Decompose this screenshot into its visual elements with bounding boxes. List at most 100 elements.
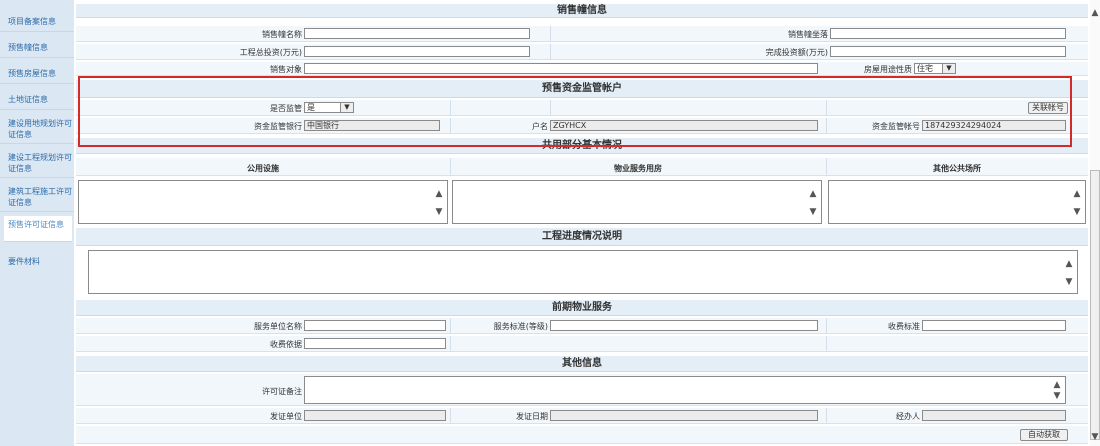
scroll-down-icon[interactable]: ▼ <box>1090 432 1100 442</box>
sidebar-item-label: 项目备案信息 <box>8 17 56 26</box>
remark-label: 许可证备注 <box>262 387 302 396</box>
scroll-up-icon[interactable]: ▲ <box>1064 259 1074 269</box>
service-unit-input[interactable] <box>304 320 446 331</box>
sales-section-title: 销售幢信息 <box>76 4 1088 18</box>
divider <box>826 336 827 352</box>
property-section-title: 前期物业服务 <box>76 300 1088 316</box>
sidebar-item-label: 建设用地规划许可证信息 <box>8 119 72 139</box>
usage-select[interactable]: 住宅 ▼ <box>914 63 956 74</box>
sidebar-item-label: 土地证信息 <box>8 95 48 104</box>
service-unit-label: 服务单位名称 <box>254 322 302 331</box>
sidebar-item-land-planning[interactable]: 建设用地规划许可证信息 <box>0 114 74 144</box>
scroll-up-icon[interactable]: ▲ <box>434 189 444 199</box>
scrollbar-thumb[interactable] <box>1090 170 1100 440</box>
public-facilities-textarea[interactable]: ▲ ▼ <box>78 180 448 224</box>
issuer-input[interactable] <box>304 410 446 421</box>
total-invest-input[interactable] <box>304 46 530 57</box>
fee-standard-label: 收费标准 <box>888 322 920 331</box>
sales-location-input[interactable] <box>830 28 1066 39</box>
sidebar-item-label: 预售幢信息 <box>8 43 48 52</box>
done-invest-input[interactable] <box>830 46 1066 57</box>
remark-textarea[interactable]: ▲ ▼ <box>304 376 1066 404</box>
sales-name-input[interactable] <box>304 28 530 39</box>
usage-value: 住宅 <box>917 64 933 73</box>
sidebar-item-construction-planning[interactable]: 建设工程规划许可证信息 <box>0 148 74 178</box>
sidebar-item-label: 建筑工程施工许可证信息 <box>8 187 72 207</box>
sidebar-item-construction-permit[interactable]: 建筑工程施工许可证信息 <box>0 182 74 212</box>
public-header-row: 公用设施 物业服务用房 其他公共场所 <box>76 158 1088 176</box>
sidebar-item-project-record[interactable]: 项目备案信息 <box>0 10 74 32</box>
handler-input[interactable] <box>922 410 1066 421</box>
property-room-textarea[interactable]: ▲ ▼ <box>452 180 822 224</box>
scrollbar[interactable]: ▲ ▼ <box>1064 251 1076 293</box>
handler-label: 经办人 <box>896 412 920 421</box>
progress-section-title: 工程进度情况说明 <box>76 228 1088 246</box>
issue-date-input[interactable] <box>550 410 818 421</box>
progress-textarea[interactable]: ▲ ▼ <box>88 250 1078 294</box>
sales-target-input[interactable] <box>304 63 818 74</box>
public-facilities-header: 公用设施 <box>247 164 279 173</box>
chevron-down-icon: ▼ <box>942 64 955 73</box>
scroll-down-icon[interactable]: ▼ <box>434 207 444 217</box>
property-row-2: 收费依据 <box>76 336 1088 352</box>
sales-row-2: 工程总投资(万元) 完成投资额(万元) <box>76 44 1088 60</box>
auto-row: 自动获取 <box>76 426 1088 444</box>
property-room-header: 物业服务用房 <box>614 164 662 173</box>
sidebar-item-documents[interactable]: 要件材料 <box>0 250 74 272</box>
issue-row: 发证单位 发证日期 经办人 <box>76 408 1088 424</box>
property-row-1: 服务单位名称 服务标准(等级) 收费标准 <box>76 318 1088 334</box>
sales-row-3: 销售对象 房屋用途性质 住宅 ▼ <box>76 62 1088 76</box>
sidebar-item-presale-house[interactable]: 预售房屋信息 <box>0 62 74 84</box>
scrollbar[interactable]: ▲ ▼ <box>1072 181 1084 223</box>
sidebar-item-presale-building[interactable]: 预售幢信息 <box>0 36 74 58</box>
issuer-label: 发证单位 <box>270 412 302 421</box>
main-form: 销售幢信息 销售幢名称 销售幢坐落 工程总投资(万元) 完成投资额(万元) 销售… <box>76 0 1088 446</box>
sales-location-label: 销售幢坐落 <box>788 30 828 39</box>
fee-standard-input[interactable] <box>922 320 1066 331</box>
sales-row-1: 销售幢名称 销售幢坐落 <box>76 26 1088 42</box>
remark-row: 许可证备注 ▲ ▼ <box>76 374 1088 406</box>
divider <box>450 318 451 334</box>
highlight-box <box>78 76 1072 147</box>
other-public-textarea[interactable]: ▲ ▼ <box>828 180 1086 224</box>
scroll-down-icon[interactable]: ▼ <box>1072 207 1082 217</box>
total-invest-label: 工程总投资(万元) <box>239 48 302 57</box>
other-public-header: 其他公共场所 <box>933 164 981 173</box>
divider <box>450 408 451 424</box>
scrollbar[interactable]: ▲ ▼ <box>1052 377 1064 403</box>
sales-name-label: 销售幢名称 <box>262 30 302 39</box>
scroll-down-icon[interactable]: ▼ <box>1064 277 1074 287</box>
sidebar: 项目备案信息 预售幢信息 预售房屋信息 土地证信息 建设用地规划许可证信息 建设… <box>0 0 74 446</box>
sidebar-item-label: 预售房屋信息 <box>8 69 56 78</box>
scroll-down-icon[interactable]: ▼ <box>1052 391 1062 401</box>
usage-label: 房屋用途性质 <box>864 65 912 74</box>
scrollbar[interactable]: ▲ ▼ <box>808 181 820 223</box>
scroll-up-icon[interactable]: ▲ <box>1052 380 1062 390</box>
service-standard-input[interactable] <box>550 320 818 331</box>
sidebar-item-land-certificate[interactable]: 土地证信息 <box>0 88 74 110</box>
divider <box>826 318 827 334</box>
auto-fetch-button[interactable]: 自动获取 <box>1020 429 1068 441</box>
done-invest-label: 完成投资额(万元) <box>765 48 828 57</box>
scroll-up-icon[interactable]: ▲ <box>1072 189 1082 199</box>
scroll-down-icon[interactable]: ▼ <box>808 207 818 217</box>
sidebar-item-label: 建设工程规划许可证信息 <box>8 153 72 173</box>
scrollbar[interactable]: ▲ ▼ <box>434 181 446 223</box>
sidebar-item-label: 要件材料 <box>8 257 40 266</box>
issue-date-label: 发证日期 <box>516 412 548 421</box>
divider <box>550 26 551 42</box>
scroll-up-icon[interactable]: ▲ <box>1090 8 1100 18</box>
other-section-title: 其他信息 <box>76 356 1088 372</box>
window-scrollbar[interactable]: ▲ ▼ <box>1090 0 1100 446</box>
fee-basis-label: 收费依据 <box>270 340 302 349</box>
divider <box>550 44 551 60</box>
page: 项目备案信息 预售幢信息 预售房屋信息 土地证信息 建设用地规划许可证信息 建设… <box>0 0 1100 446</box>
service-standard-label: 服务标准(等级) <box>493 322 548 331</box>
sidebar-item-presale-permit[interactable]: 预售许可证信息 <box>4 216 72 242</box>
divider <box>450 336 451 352</box>
sales-target-label: 销售对象 <box>270 65 302 74</box>
sidebar-item-label: 预售许可证信息 <box>8 220 64 229</box>
fee-basis-input[interactable] <box>304 338 446 349</box>
divider <box>826 408 827 424</box>
scroll-up-icon[interactable]: ▲ <box>808 189 818 199</box>
